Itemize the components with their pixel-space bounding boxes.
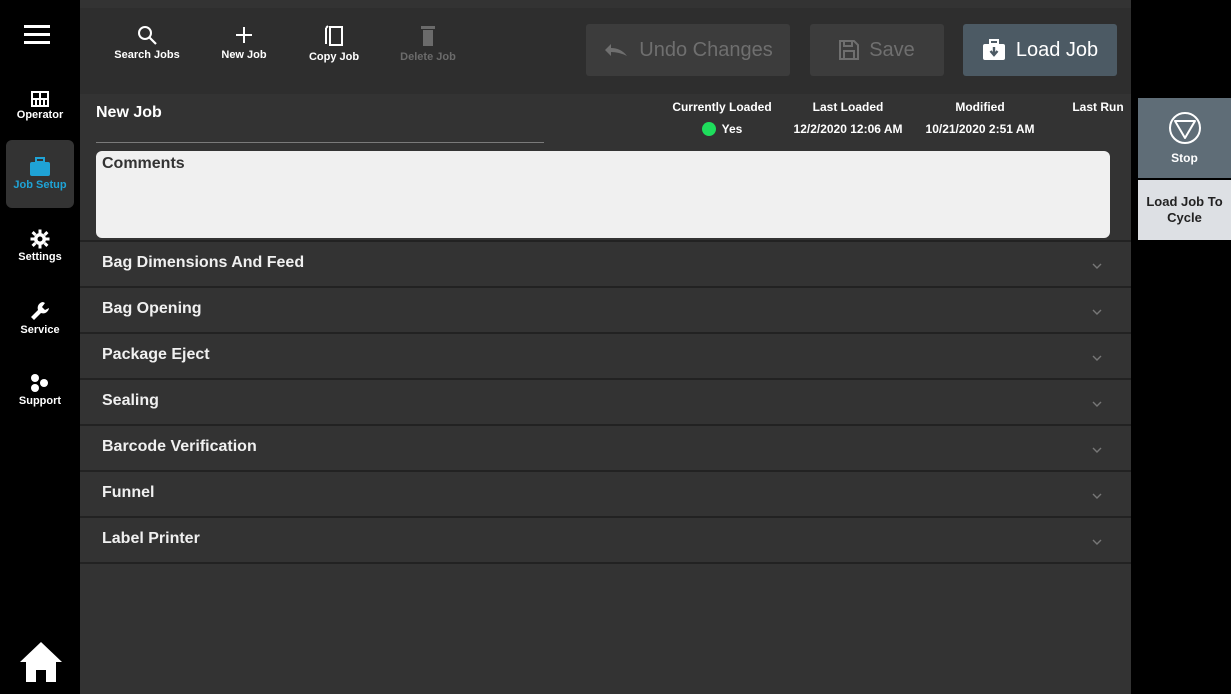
section-funnel[interactable]: Funnel xyxy=(80,470,1131,514)
status-dot-icon xyxy=(701,122,716,136)
comments-label: Comments xyxy=(102,155,185,172)
undo-changes-button[interactable]: Undo Changes xyxy=(586,24,790,76)
nav-settings[interactable]: Settings xyxy=(6,212,74,280)
job-name[interactable]: New Job xyxy=(96,104,162,122)
last-run-label: Last Run xyxy=(1072,100,1124,114)
plus-icon xyxy=(236,27,252,43)
stop-label: Stop xyxy=(1171,151,1198,165)
new-job-button[interactable]: New Job xyxy=(204,24,284,84)
job-header: New Job Currently Loaded Yes Last Loaded… xyxy=(80,94,1131,150)
delete-job-label: Delete Job xyxy=(400,51,456,63)
home-icon[interactable] xyxy=(18,638,64,684)
section-title: Sealing xyxy=(102,392,159,409)
support-icon xyxy=(31,374,48,392)
stop-icon xyxy=(1168,112,1201,144)
job-name-underline xyxy=(96,142,544,143)
save-icon xyxy=(839,40,860,60)
copy-icon xyxy=(325,25,343,46)
section-sealing[interactable]: Sealing xyxy=(80,378,1131,422)
delete-job-button[interactable]: Delete Job xyxy=(388,24,468,84)
section-barcode-verification[interactable]: Barcode Verification xyxy=(80,424,1131,468)
section-title: Funnel xyxy=(102,484,155,501)
briefcase-icon xyxy=(30,157,50,176)
last-loaded-col: Last Loaded 12/2/2020 12:06 AM xyxy=(783,100,913,136)
toolbar: Search Jobs New Job Copy Job Delete Job … xyxy=(80,8,1131,94)
copy-job-button[interactable]: Copy Job xyxy=(294,24,374,84)
chevron-down-icon[interactable] xyxy=(1091,395,1103,413)
undo-icon xyxy=(605,44,628,56)
section-title: Barcode Verification xyxy=(102,438,257,455)
right-panel: Stop Load Job To Cycle xyxy=(1131,0,1231,694)
menu-icon[interactable] xyxy=(24,24,50,46)
currently-loaded-label: Currently Loaded xyxy=(672,100,772,114)
nav-job-setup-label: Job Setup xyxy=(13,179,67,191)
nav-service[interactable]: Service xyxy=(6,284,74,352)
currently-loaded-col: Currently Loaded Yes xyxy=(670,100,774,136)
last-loaded-label: Last Loaded xyxy=(812,100,884,114)
search-jobs-button[interactable]: Search Jobs xyxy=(107,24,187,84)
section-package-eject[interactable]: Package Eject xyxy=(80,332,1131,376)
currently-loaded-status: Yes xyxy=(670,122,774,136)
section-label-printer[interactable]: Label Printer xyxy=(80,516,1131,560)
section-title: Label Printer xyxy=(102,530,200,547)
nav-operator-label: Operator xyxy=(16,109,64,121)
chevron-down-icon[interactable] xyxy=(1091,257,1103,275)
wrench-icon xyxy=(31,302,49,320)
nav-support-label: Support xyxy=(18,395,62,407)
modified-label: Modified xyxy=(955,100,1005,114)
chevron-down-icon[interactable] xyxy=(1091,303,1103,321)
load-job-icon xyxy=(982,39,1005,60)
grid-icon xyxy=(31,91,49,107)
chevron-down-icon[interactable] xyxy=(1091,349,1103,367)
search-icon xyxy=(138,26,157,45)
save-button[interactable]: Save xyxy=(810,24,944,76)
search-jobs-label: Search Jobs xyxy=(114,49,180,61)
nav-job-setup[interactable]: Job Setup xyxy=(6,140,74,208)
section-bag-opening[interactable]: Bag Opening xyxy=(80,286,1131,330)
chevron-down-icon[interactable] xyxy=(1091,441,1103,459)
nav-settings-label: Settings xyxy=(18,251,62,263)
section-title: Package Eject xyxy=(102,346,210,363)
nav-service-label: Service xyxy=(20,324,60,336)
chevron-down-icon[interactable] xyxy=(1091,533,1103,551)
new-job-label: New Job xyxy=(221,49,267,61)
load-job-to-cycle-label: Load Job To Cycle xyxy=(1146,194,1223,225)
last-run-col: Last Run xyxy=(1068,100,1128,114)
section-bag-dimensions-and-feed[interactable]: Bag Dimensions And Feed xyxy=(80,240,1131,284)
section-title: Bag Dimensions And Feed xyxy=(102,254,305,271)
gear-icon xyxy=(30,229,50,249)
copy-job-label: Copy Job xyxy=(308,51,360,63)
main-panel: Search Jobs New Job Copy Job Delete Job … xyxy=(80,0,1131,694)
save-label: Save xyxy=(869,38,915,61)
modified-col: Modified 10/21/2020 2:51 AM xyxy=(912,100,1048,136)
comments-field[interactable]: Comments xyxy=(96,151,1110,238)
load-job-label: Load Job xyxy=(1015,38,1099,61)
nav-operator[interactable]: Operator xyxy=(6,72,74,140)
undo-changes-label: Undo Changes xyxy=(639,38,773,61)
section-title: Bag Opening xyxy=(102,300,202,317)
load-job-to-cycle-button[interactable]: Load Job To Cycle xyxy=(1138,180,1231,240)
trash-icon xyxy=(421,26,435,46)
modified-value: 10/21/2020 2:51 AM xyxy=(925,122,1035,136)
stop-button[interactable]: Stop xyxy=(1138,98,1231,178)
left-nav: Operator Job Setup Settings Service Supp… xyxy=(0,0,80,694)
nav-support[interactable]: Support xyxy=(6,356,74,424)
currently-loaded-value: Yes xyxy=(721,122,743,136)
section-list-divider xyxy=(80,562,1131,564)
last-loaded-value: 12/2/2020 12:06 AM xyxy=(793,122,903,136)
load-job-button[interactable]: Load Job xyxy=(963,24,1117,76)
chevron-down-icon[interactable] xyxy=(1091,487,1103,505)
